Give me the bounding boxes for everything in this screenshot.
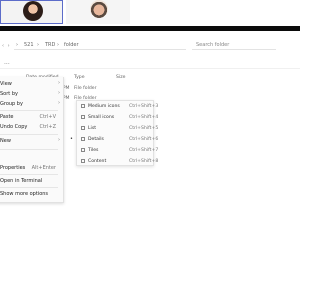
more-options-icon[interactable]: ··· bbox=[4, 61, 10, 68]
menu-item-label: Sort by bbox=[0, 91, 18, 97]
menu-item-label: Open in Terminal bbox=[0, 178, 43, 184]
submenu-item-shortcut: Ctrl+Shift+4 bbox=[129, 115, 159, 120]
submenu-item-medium-icons[interactable]: Medium icons Ctrl+Shift+3 bbox=[77, 102, 159, 111]
tiles-view-icon bbox=[81, 148, 85, 152]
submenu-item-label: Small icons bbox=[88, 115, 115, 120]
command-bar: ··· bbox=[0, 61, 300, 69]
medium-icons-icon bbox=[81, 104, 85, 108]
small-icons-icon bbox=[81, 115, 85, 119]
menu-separator bbox=[0, 149, 58, 150]
chevron-right-icon: › bbox=[58, 100, 60, 106]
submenu-item-content[interactable]: Content Ctrl+Shift+8 bbox=[77, 157, 159, 166]
submenu-item-tiles[interactable]: Tiles Ctrl+Shift+7 bbox=[77, 146, 159, 155]
breadcrumb-separator: › bbox=[37, 42, 39, 48]
content-view-icon bbox=[81, 159, 85, 163]
chevron-right-icon: › bbox=[58, 137, 60, 143]
menu-item-label: Group by bbox=[0, 101, 23, 107]
search-placeholder: Search folder bbox=[196, 42, 230, 48]
menu-item-open-in-terminal[interactable]: Open in Terminal bbox=[0, 177, 64, 185]
menu-item-undo-copy[interactable]: Undo Copy Ctrl+Z bbox=[0, 123, 64, 131]
navigation-bar: ‹ › › 521 › TRD › folder Search folder bbox=[0, 41, 300, 51]
menu-item-shortcut: Alt+Enter bbox=[31, 165, 56, 171]
submenu-item-shortcut: Ctrl+Shift+8 bbox=[129, 159, 159, 164]
menu-separator bbox=[0, 134, 58, 135]
details-view-icon bbox=[81, 137, 85, 141]
address-bar[interactable]: › 521 › TRD › folder bbox=[14, 41, 186, 50]
submenu-item-shortcut: Ctrl+Shift+3 bbox=[129, 104, 159, 109]
avatar bbox=[90, 0, 108, 18]
participant-tile[interactable] bbox=[66, 0, 130, 24]
submenu-item-label: Content bbox=[88, 159, 107, 164]
menu-item-shortcut: Ctrl+Z bbox=[39, 124, 56, 130]
breadcrumb-separator: › bbox=[57, 42, 59, 48]
menu-item-label: Show more options bbox=[0, 191, 49, 197]
selected-check-icon: • bbox=[70, 136, 73, 142]
screen: ‹ › › 521 › TRD › folder Search folder ·… bbox=[0, 0, 300, 300]
submenu-item-label: Tiles bbox=[88, 148, 99, 153]
menu-item-properties[interactable]: Properties Alt+Enter bbox=[0, 164, 64, 172]
submenu-item-shortcut: Ctrl+Shift+7 bbox=[129, 148, 159, 153]
menu-item-new[interactable]: New › bbox=[0, 137, 64, 145]
menu-separator bbox=[0, 174, 58, 175]
submenu-item-list[interactable]: List Ctrl+Shift+5 bbox=[77, 124, 159, 133]
back-forward-icon[interactable]: ‹ › bbox=[2, 43, 11, 49]
column-header-type[interactable]: Type bbox=[74, 75, 85, 80]
breadcrumb-separator: › bbox=[16, 42, 18, 48]
menu-item-shortcut: Ctrl+V bbox=[39, 114, 56, 120]
menu-item-view[interactable]: View › bbox=[0, 80, 64, 88]
context-menu: View › Sort by › Group by › Paste Ctrl+V… bbox=[0, 77, 64, 203]
menu-separator bbox=[0, 187, 58, 188]
menu-item-label: New bbox=[0, 138, 11, 144]
menu-item-paste[interactable]: Paste Ctrl+V bbox=[0, 113, 64, 121]
list-view-icon bbox=[81, 126, 85, 130]
breadcrumb-item[interactable]: folder bbox=[64, 42, 79, 48]
breadcrumb-item[interactable]: 521 bbox=[24, 42, 34, 48]
search-input[interactable]: Search folder bbox=[192, 41, 276, 50]
video-participant-strip bbox=[0, 0, 300, 26]
chevron-right-icon: › bbox=[58, 80, 60, 86]
breadcrumb-item[interactable]: TRD bbox=[45, 42, 55, 48]
row-type[interactable]: File folder bbox=[74, 86, 96, 91]
menu-item-sort-by[interactable]: Sort by › bbox=[0, 90, 64, 98]
menu-item-label: Properties bbox=[0, 165, 26, 171]
menu-item-label: View bbox=[0, 81, 12, 87]
participant-tile[interactable] bbox=[0, 0, 63, 24]
menu-item-label: Paste bbox=[0, 114, 14, 120]
submenu-item-label: List bbox=[88, 126, 97, 131]
column-header-size[interactable]: Size bbox=[116, 75, 125, 80]
menu-item-show-more-options[interactable]: Show more options bbox=[0, 190, 64, 198]
submenu-item-label: Medium icons bbox=[88, 104, 120, 109]
menu-item-label: Undo Copy bbox=[0, 124, 28, 130]
chevron-right-icon: › bbox=[58, 90, 60, 96]
submenu-item-shortcut: Ctrl+Shift+5 bbox=[129, 126, 159, 131]
submenu-item-label: Details bbox=[88, 137, 104, 142]
submenu-item-shortcut: Ctrl+Shift+6 bbox=[129, 137, 159, 142]
view-submenu: Medium icons Ctrl+Shift+3 Small icons Ct… bbox=[70, 100, 159, 166]
submenu-item-small-icons[interactable]: Small icons Ctrl+Shift+4 bbox=[77, 113, 159, 122]
submenu-item-details[interactable]: • Details Ctrl+Shift+6 bbox=[70, 135, 159, 144]
menu-item-group-by[interactable]: Group by › bbox=[0, 100, 64, 108]
menu-separator bbox=[0, 110, 58, 111]
avatar bbox=[23, 1, 43, 21]
